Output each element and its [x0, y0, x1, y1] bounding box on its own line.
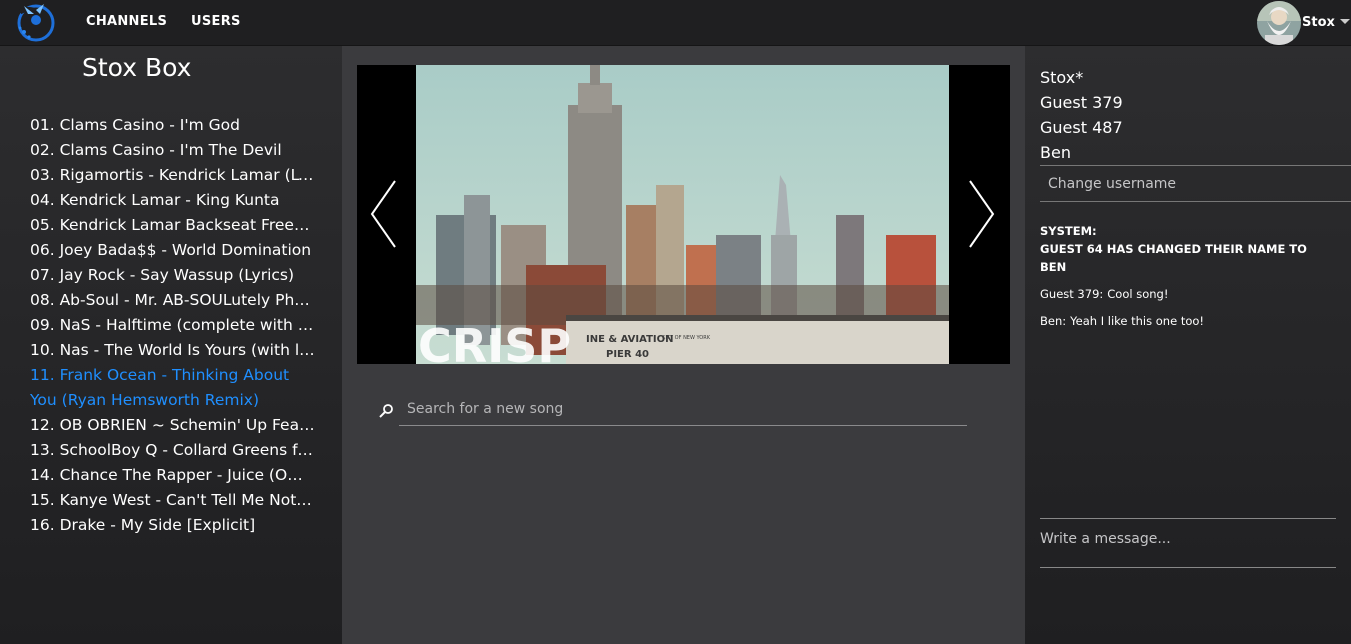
sign-text-2: PIER 40 [606, 349, 649, 360]
playlist-item[interactable]: 02. Clams Casino - I'm The Devil [30, 138, 315, 163]
chat-messages: SYSTEM: GUEST 64 HAS CHANGED THEIR NAME … [1040, 222, 1325, 339]
sign-text-3: CITY OF NEW YORK [662, 335, 711, 341]
playlist-item[interactable]: 15. Kanye West - Can't Tell Me Nothing [30, 488, 315, 513]
chevron-down-icon[interactable] [1340, 19, 1350, 24]
playlist-item[interactable]: 14. Chance The Rapper - Juice (Official … [30, 463, 315, 488]
playlist-item[interactable]: 10. Nas - The World Is Yours (with lyric… [30, 338, 315, 363]
playlist-list: 01. Clams Casino - I'm God 02. Clams Cas… [30, 113, 315, 538]
playlist-item[interactable]: 13. SchoolBoy Q - Collard Greens ft. Ken… [30, 438, 315, 463]
playlist-item[interactable]: 07. Jay Rock - Say Wassup (Lyrics) [30, 263, 315, 288]
user-avatar[interactable] [1257, 1, 1301, 45]
message-author: SYSTEM: [1040, 224, 1097, 238]
chat-message: Ben: Yeah I like this one too! [1040, 312, 1325, 330]
video-frame: INE & AVIATION PIER 40 CITY OF NEW YORK … [416, 65, 949, 364]
top-navbar: CHANNELS USERS Stox [0, 0, 1351, 46]
message-text: Cool song! [1107, 287, 1169, 301]
nav-channels-link[interactable]: CHANNELS [86, 14, 167, 29]
playlist-title: Stox Box [82, 53, 192, 82]
chat-message: Guest 379: Cool song! [1040, 285, 1325, 303]
player-panel: INE & AVIATION PIER 40 CITY OF NEW YORK … [342, 46, 1025, 644]
chat-message: SYSTEM: GUEST 64 HAS CHANGED THEIR NAME … [1040, 222, 1325, 276]
playlist-item[interactable]: 04. Kendrick Lamar - King Kunta [30, 188, 315, 213]
chat-panel: Stox* Guest 379 Guest 487 Ben SYSTEM: GU… [1025, 46, 1351, 644]
playlist-item-active[interactable]: 11. Frank Ocean - Thinking About You (Ry… [30, 363, 315, 413]
video-player[interactable]: INE & AVIATION PIER 40 CITY OF NEW YORK … [357, 65, 1010, 364]
user-name[interactable]: Stox [1302, 15, 1335, 30]
message-author: Ben: [1040, 314, 1067, 328]
change-username-input[interactable] [1040, 166, 1351, 202]
playlist-item[interactable]: 16. Drake - My Side [Explicit] [30, 513, 315, 538]
playlist-item[interactable]: 08. Ab-Soul - Mr. AB-SOULutely Phenomena… [30, 288, 315, 313]
chevron-right-icon[interactable] [966, 179, 996, 249]
playlist-item[interactable]: 06. Joey Bada$$ - World Domination [30, 238, 315, 263]
fairy-logo-icon[interactable] [14, 2, 58, 44]
user-list-item: Stox* [1040, 68, 1084, 87]
message-text: Yeah I like this one too! [1070, 314, 1205, 328]
video-overlay-text: CRISP [418, 319, 571, 364]
user-list-item: Guest 379 [1040, 93, 1123, 112]
playlist-item[interactable]: 09. NaS - Halftime (complete with lyrics… [30, 313, 315, 338]
playlist-item[interactable]: 05. Kendrick Lamar Backseat Freestyle [30, 213, 315, 238]
sign-text-1: INE & AVIATION [586, 334, 674, 345]
playlist-item[interactable]: 12. OB OBRIEN ~ Schemin' Up Feat. Drake [30, 413, 315, 438]
search-input[interactable] [399, 392, 967, 426]
chevron-left-icon[interactable] [369, 179, 399, 249]
message-author: Guest 379: [1040, 287, 1104, 301]
message-text: GUEST 64 HAS CHANGED THEIR NAME TO BEN [1040, 242, 1307, 274]
playlist-item[interactable]: 03. Rigamortis - Kendrick Lamar (Lyrics) [30, 163, 315, 188]
message-input[interactable] [1040, 518, 1336, 568]
user-list-item: Guest 487 [1040, 118, 1123, 137]
search-icon [379, 404, 393, 418]
nav-users-link[interactable]: USERS [191, 14, 241, 29]
user-list-item: Ben [1040, 143, 1071, 162]
user-list: Stox* Guest 379 Guest 487 Ben [1040, 65, 1123, 165]
playlist-panel: Stox Box 01. Clams Casino - I'm God 02. … [0, 46, 342, 644]
playlist-item[interactable]: 01. Clams Casino - I'm God [30, 113, 315, 138]
